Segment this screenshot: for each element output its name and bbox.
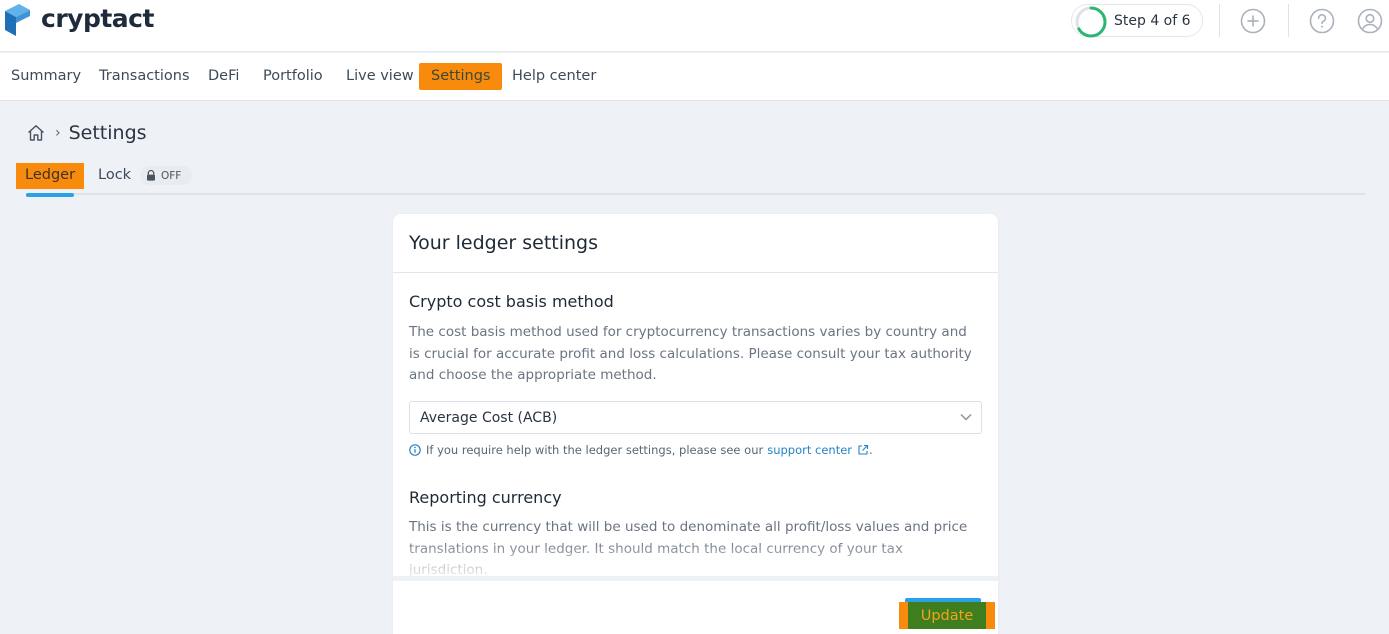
user-circle-icon[interactable]	[1357, 8, 1383, 34]
lock-status-text: OFF	[161, 169, 182, 182]
active-tab-indicator	[26, 193, 74, 197]
card-title: Your ledger settings	[409, 232, 598, 254]
plus-circle-icon[interactable]	[1240, 8, 1266, 34]
nav-item-summary[interactable]: Summary	[11, 68, 81, 84]
update-button-label: Update	[908, 602, 986, 629]
step-label: Step 4 of 6	[1114, 13, 1191, 29]
tab-lock[interactable]: Lock	[98, 167, 131, 183]
lock-status-badge: OFF	[140, 166, 192, 185]
main-nav: Summary Transactions DeFi Portfolio Live…	[0, 53, 1389, 101]
cost-basis-title: Crypto cost basis method	[409, 292, 614, 311]
breadcrumb-separator: ›	[55, 125, 61, 141]
nav-item-live-view[interactable]: Live view	[346, 68, 414, 84]
cost-basis-select[interactable]: Average Cost (ACB)	[409, 401, 982, 434]
step-progress-pill[interactable]: Step 4 of 6	[1071, 4, 1203, 38]
help-note: If you require help with the ledger sett…	[409, 443, 873, 457]
question-circle-icon[interactable]	[1309, 8, 1335, 34]
header-divider	[1288, 4, 1289, 37]
header-divider	[1219, 4, 1220, 37]
chevron-down-icon	[960, 413, 972, 421]
cryptact-logo-icon	[5, 4, 30, 36]
help-text-end: .	[869, 443, 873, 457]
home-icon[interactable]	[26, 123, 46, 143]
tabs-divider	[26, 193, 1365, 195]
card-footer: Update	[393, 580, 998, 634]
nav-item-defi[interactable]: DeFi	[208, 68, 239, 84]
nav-item-settings[interactable]: Settings	[419, 63, 503, 90]
cost-basis-description: The cost basis method used for cryptocur…	[409, 324, 972, 383]
breadcrumb: › Settings	[26, 122, 147, 144]
top-bar: cryptact Step 4 of 6	[0, 0, 1389, 52]
card-header: Your ledger settings	[393, 214, 998, 273]
nav-item-portfolio[interactable]: Portfolio	[263, 68, 323, 84]
info-icon	[409, 444, 421, 456]
nav-item-help-center[interactable]: Help center	[512, 68, 596, 84]
help-text: If you require help with the ledger sett…	[426, 443, 764, 457]
page-title: Settings	[68, 122, 147, 144]
cost-basis-selected-value: Average Cost (ACB)	[420, 410, 558, 426]
ledger-settings-card: Your ledger settings Crypto cost basis m…	[393, 214, 998, 634]
reporting-currency-title: Reporting currency	[409, 488, 562, 507]
scroll-fade	[393, 540, 998, 580]
external-link-icon[interactable]	[857, 444, 869, 456]
update-button[interactable]: Update	[899, 602, 995, 629]
nav-item-transactions[interactable]: Transactions	[99, 68, 190, 84]
logo-text: cryptact	[41, 3, 154, 33]
logo[interactable]: cryptact	[3, 3, 154, 37]
lock-icon	[147, 170, 155, 181]
tab-ledger[interactable]: Ledger	[16, 163, 85, 189]
step-progress-ring	[1075, 6, 1107, 38]
support-center-link[interactable]: support center	[767, 443, 852, 457]
